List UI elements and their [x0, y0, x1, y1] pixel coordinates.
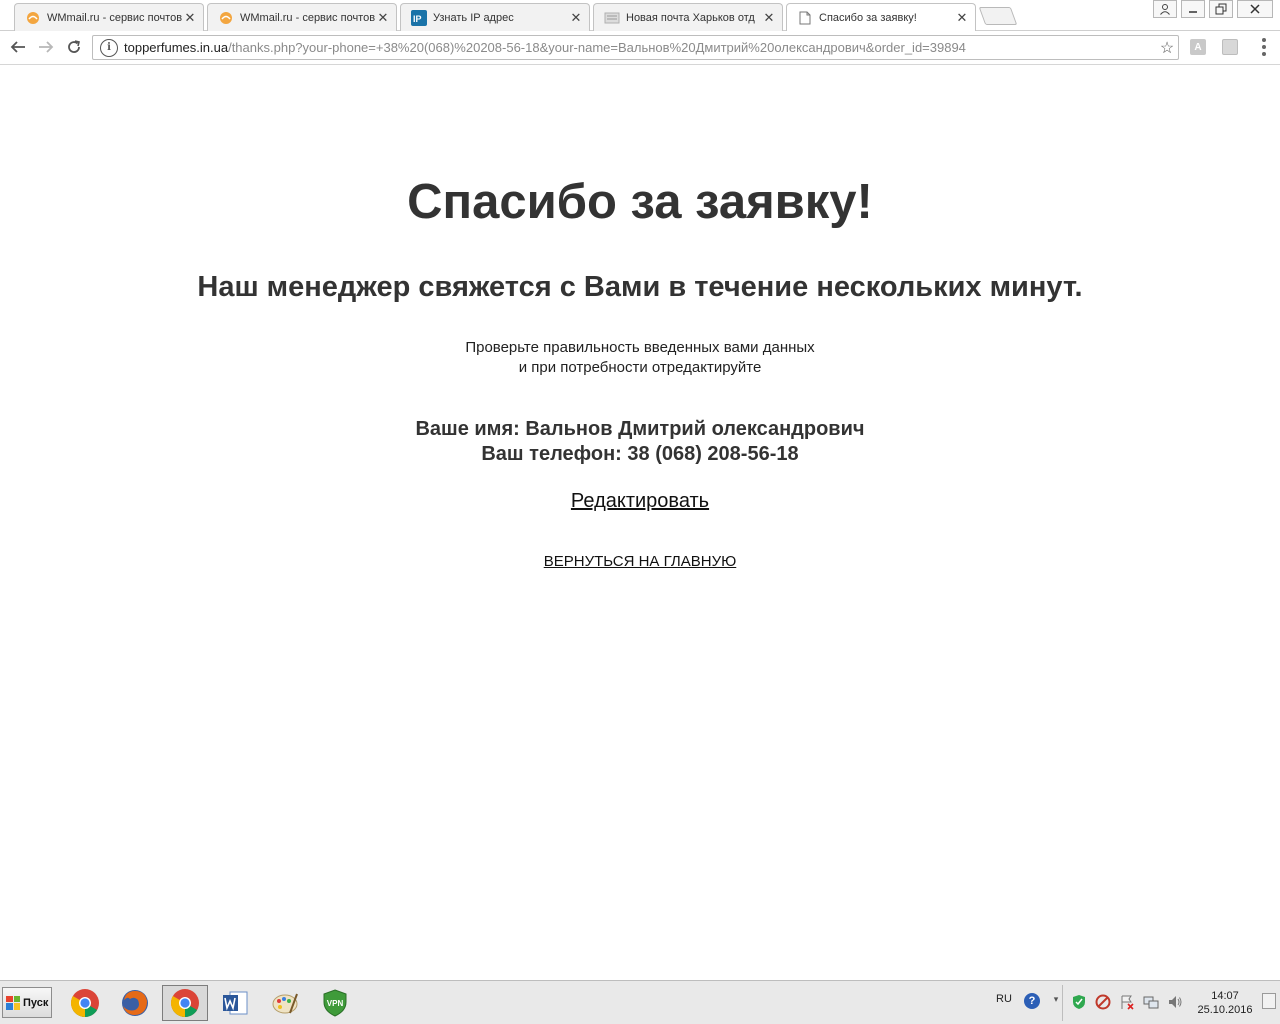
tab-close-icon[interactable]: ✕ [569, 10, 583, 25]
customer-phone: Ваш телефон: 38 (068) 208-56-18 [481, 443, 799, 465]
svg-text:IP: IP [413, 14, 422, 24]
paint-icon [272, 993, 298, 1014]
taskbar-word[interactable] [212, 985, 258, 1021]
clock-date: 25.10.2016 [1197, 1004, 1253, 1016]
home-link-wrapper: ВЕРНУТЬСЯ НА ГЛАВНУЮ [0, 553, 1280, 570]
nova-poshta-favicon-icon [604, 10, 620, 26]
address-path: /thanks.php?your-phone=+38%20(068)%20208… [228, 40, 966, 55]
volume-icon[interactable] [1167, 994, 1183, 1010]
address-bar[interactable]: i topperfumes.in.ua/thanks.php?your-phon… [92, 35, 1179, 60]
show-desktop-button[interactable] [1262, 993, 1276, 1009]
browser-toolbar: i topperfumes.in.ua/thanks.php?your-phon… [0, 31, 1280, 65]
windows-taskbar: Пуск VPN RU ? ▾ 14:07 25.10.2016 [0, 980, 1280, 1024]
verification-note: Проверьте правильность введенных вами да… [0, 338, 1280, 378]
site-info-icon[interactable]: i [100, 38, 118, 57]
bookmark-star-icon[interactable]: ☆ [1156, 38, 1178, 58]
forward-arrow-icon[interactable] [35, 36, 57, 58]
address-host: topperfumes.in.ua [124, 40, 229, 55]
verification-note-line-2: и при потребности отредактируйте [518, 359, 762, 376]
flag-error-icon[interactable] [1119, 994, 1135, 1010]
new-tab-button[interactable] [978, 7, 1018, 25]
tab-title: Новая почта Харьков отд [626, 11, 755, 24]
clock-time: 14:07 [1211, 990, 1239, 1002]
tab-strip: WMmail.ru - сервис почтов ✕ WMmail.ru - … [0, 0, 1280, 32]
page-content: Спасибо за заявку! Наш менеджер свяжется… [0, 66, 1280, 979]
firefox-icon [122, 990, 148, 1016]
minimize-button[interactable] [1181, 0, 1205, 18]
system-clock[interactable]: 14:07 25.10.2016 [1192, 989, 1258, 1017]
tab-title: WMmail.ru - сервис почтов [240, 11, 376, 24]
address-url[interactable]: topperfumes.in.ua/thanks.php?your-phone=… [124, 40, 1156, 55]
language-indicator[interactable]: RU [996, 993, 1012, 1005]
edit-link[interactable]: Редактировать [571, 490, 709, 512]
svg-text:VPN: VPN [327, 999, 344, 1008]
extension-a-icon[interactable]: A [1190, 39, 1206, 55]
customer-name: Ваше имя: Вальнов Дмитрий олександрович [415, 418, 865, 440]
back-to-home-link[interactable]: ВЕРНУТЬСЯ НА ГЛАВНУЮ [544, 553, 737, 570]
taskbar-vpn[interactable]: VPN [312, 985, 358, 1021]
start-label: Пуск [23, 996, 49, 1009]
security-shield-icon[interactable] [1071, 994, 1087, 1010]
restore-button[interactable] [1209, 0, 1233, 18]
tab-title: Спасибо за заявку! [819, 12, 917, 24]
taskbar-paint[interactable] [262, 985, 308, 1021]
profile-icon[interactable] [1153, 0, 1177, 18]
blocked-icon[interactable] [1095, 994, 1111, 1010]
tab-close-icon[interactable]: ✕ [376, 10, 390, 25]
windows-logo-icon [6, 995, 20, 1010]
network-icon[interactable] [1143, 994, 1159, 1010]
tab-wmmail-1[interactable]: WMmail.ru - сервис почтов ✕ [14, 3, 204, 31]
verification-note-line-1: Проверьте правильность введенных вами да… [465, 339, 815, 356]
wmmail-favicon-icon [25, 10, 41, 26]
tab-nova-poshta[interactable]: Новая почта Харьков отд ✕ [593, 3, 783, 31]
tab-wmmail-2[interactable]: WMmail.ru - сервис почтов ✕ [207, 3, 397, 31]
start-button[interactable]: Пуск [2, 987, 52, 1018]
reload-icon[interactable] [63, 36, 85, 58]
ip-favicon-icon: IP [411, 9, 427, 26]
tab-close-icon[interactable]: ✕ [955, 10, 969, 25]
word-icon [223, 991, 248, 1015]
chrome-icon [71, 989, 99, 1017]
back-arrow-icon[interactable] [7, 36, 29, 58]
tab-title: Узнать IP адрес [433, 11, 514, 24]
close-window-button[interactable] [1237, 0, 1273, 18]
extension-gray-icon[interactable] [1222, 39, 1238, 55]
page-title: Спасибо за заявку! [407, 175, 873, 229]
page-favicon-icon [797, 10, 813, 26]
chrome-icon [171, 989, 199, 1017]
tab-ip-address[interactable]: IP Узнать IP адрес ✕ [400, 3, 590, 31]
tab-close-icon[interactable]: ✕ [183, 10, 197, 25]
tray-divider [1062, 985, 1063, 1021]
tab-close-icon[interactable]: ✕ [762, 10, 776, 25]
taskbar-firefox[interactable] [112, 985, 158, 1021]
browser-menu-icon[interactable] [1258, 37, 1270, 57]
tab-thanks-active[interactable]: Спасибо за заявку! ✕ [786, 3, 976, 32]
edit-link-wrapper: Редактировать [0, 490, 1280, 513]
taskbar-chrome-2-active[interactable] [162, 985, 208, 1021]
tab-title: WMmail.ru - сервис почтов [47, 11, 183, 24]
page-subtitle: Наш менеджер свяжется с Вами в течение н… [197, 271, 1083, 303]
taskbar-chrome-1[interactable] [62, 985, 108, 1021]
vpn-icon: VPN [323, 989, 347, 1017]
wmmail-favicon-icon [218, 10, 234, 26]
help-icon[interactable]: ? [1024, 993, 1040, 1009]
